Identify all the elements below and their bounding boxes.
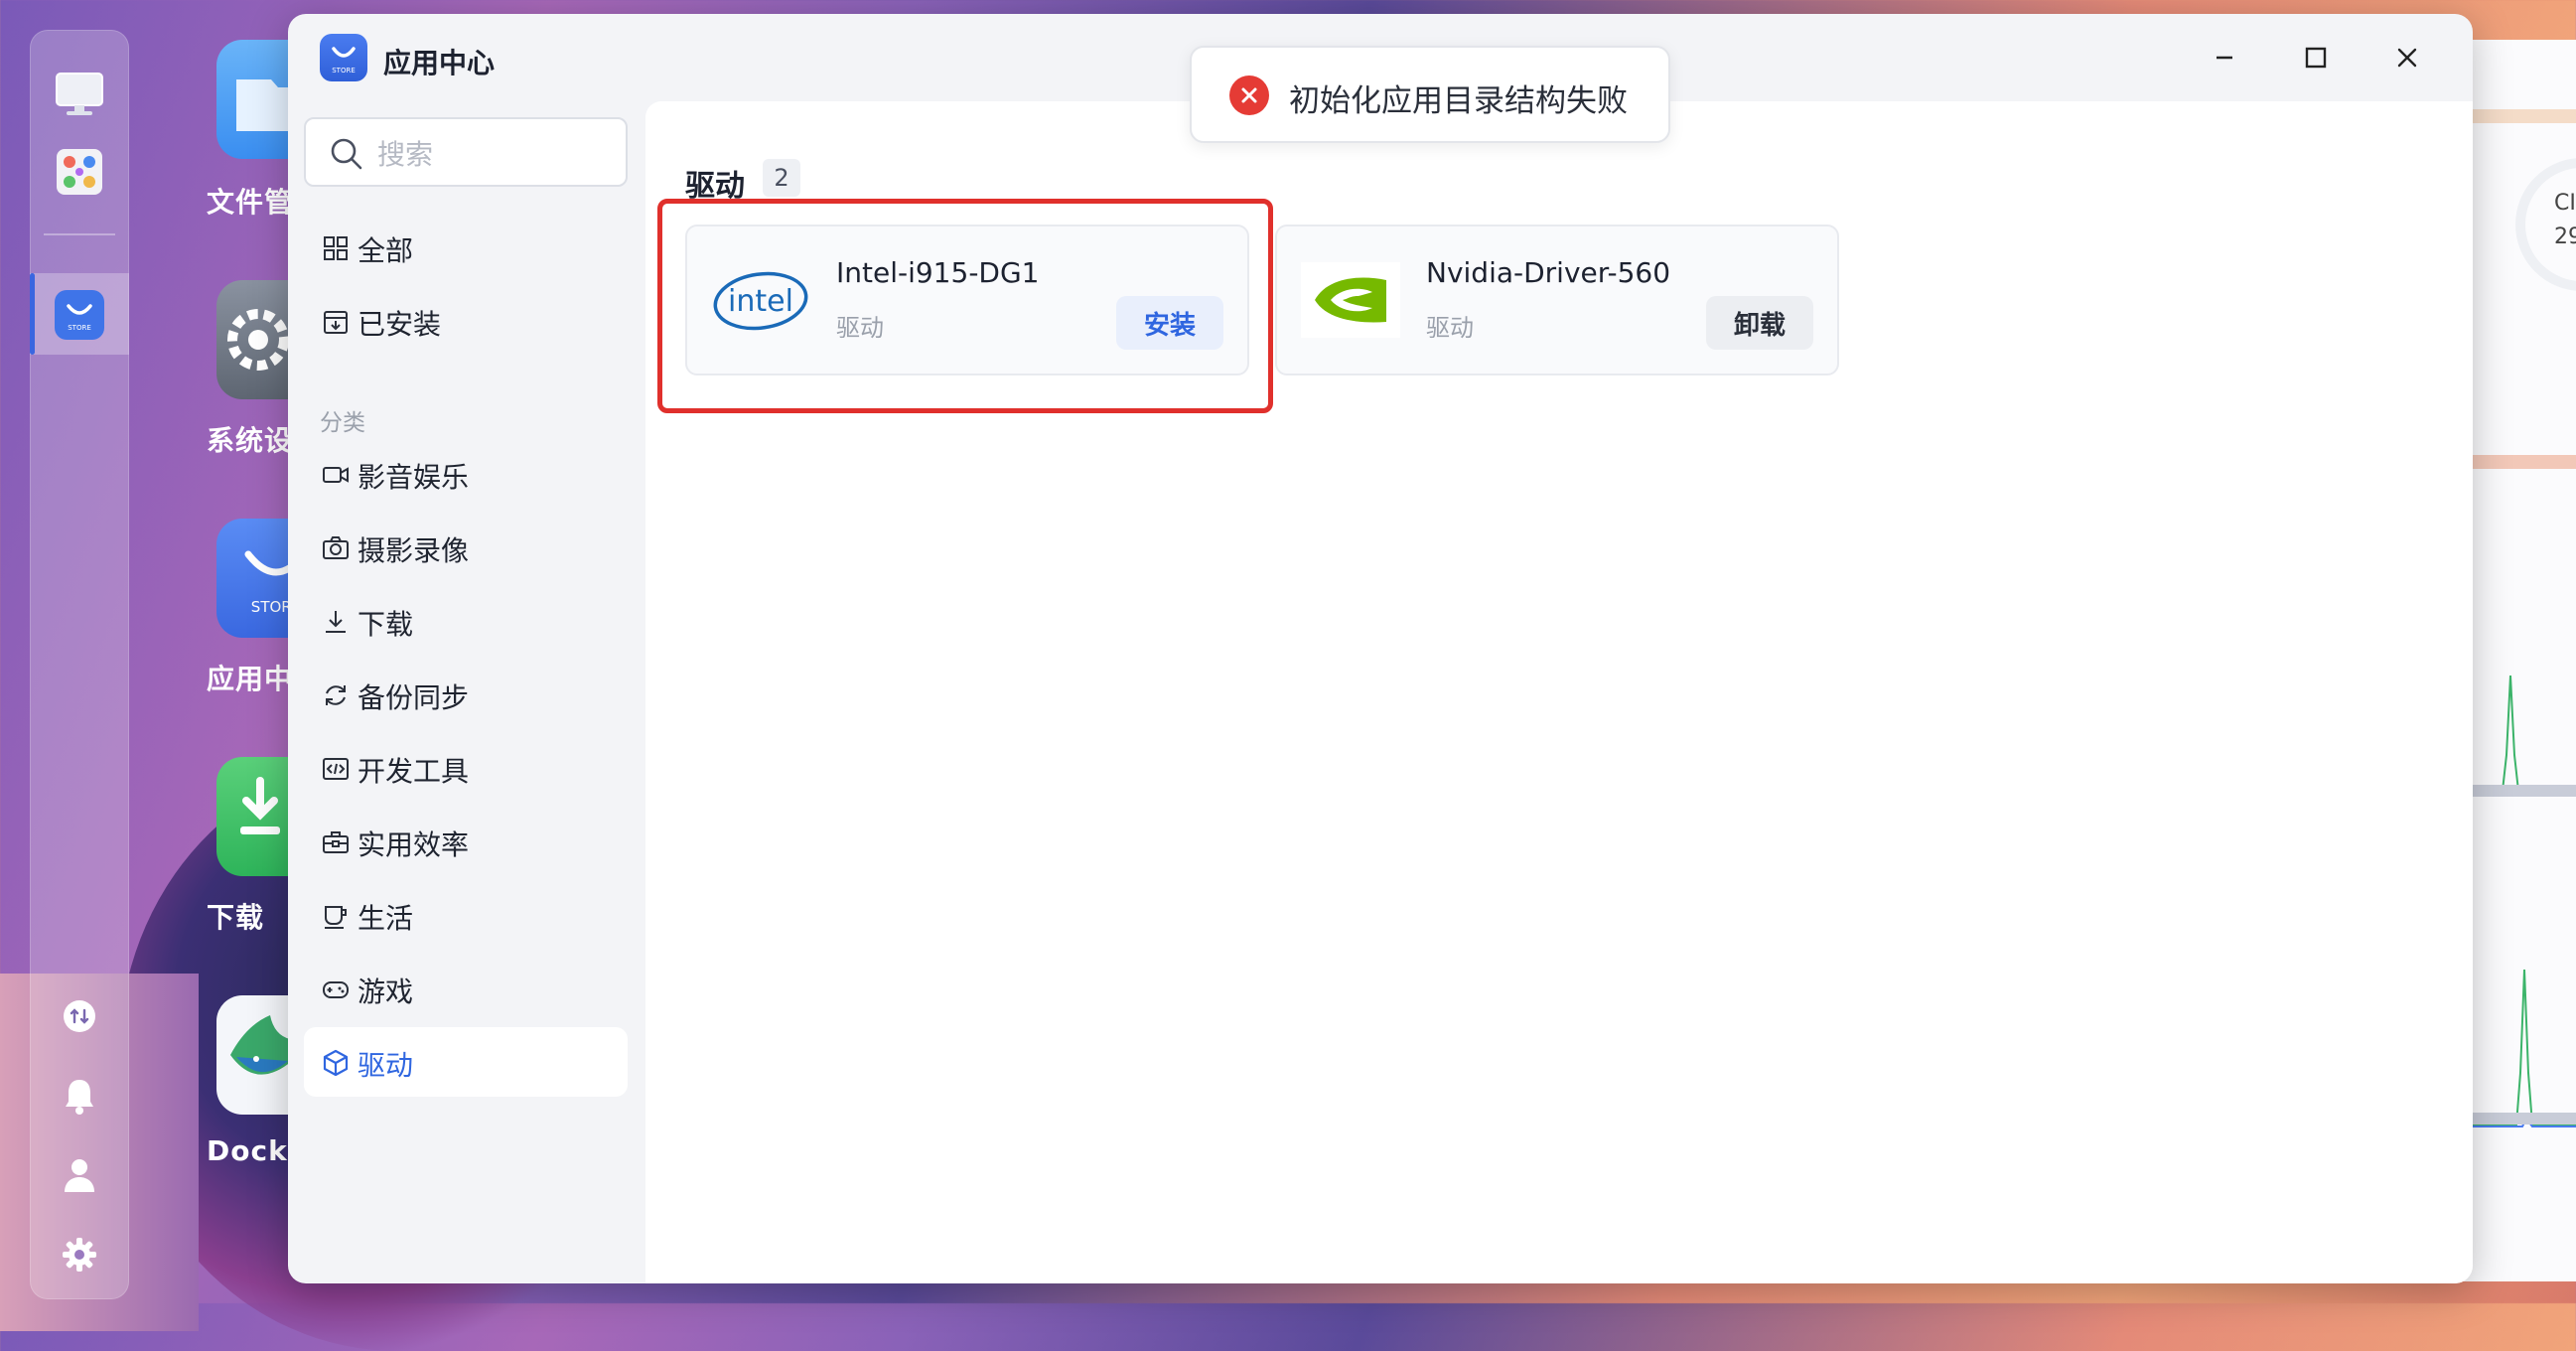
- category-section-label: 分类: [320, 410, 365, 436]
- peek-band: [2463, 785, 2576, 797]
- background-window: CI 29: [2463, 40, 2576, 1281]
- nav-item-label: 下载: [358, 608, 414, 641]
- app-center-dock-icon[interactable]: STORE: [55, 290, 104, 340]
- sync-icon: [326, 685, 346, 705]
- desktop-label-files: 文件管: [207, 186, 294, 219]
- nav-item-installed[interactable]: 已安装: [304, 286, 628, 356]
- app-name: Intel-i915-DG1: [836, 256, 1040, 289]
- app-card-nvidia[interactable]: Nvidia-Driver-560 驱动 卸载: [1275, 225, 1839, 375]
- minimize-button[interactable]: [2205, 38, 2244, 77]
- desktop-label-settings: 系统设: [207, 424, 294, 457]
- svg-text:STORE: STORE: [332, 67, 356, 75]
- install-button[interactable]: 安装: [1116, 296, 1223, 350]
- installed-box-icon: [324, 311, 348, 334]
- dock: STORE: [30, 30, 129, 1299]
- uninstall-button[interactable]: 卸载: [1706, 296, 1813, 350]
- coffee-cup-icon: [325, 906, 347, 929]
- toolbox-icon: [323, 831, 349, 853]
- nav-item-media[interactable]: 影音娱乐: [304, 439, 628, 509]
- app-launcher-icon[interactable]: [55, 147, 104, 197]
- desktop-icon[interactable]: [55, 70, 104, 119]
- count-badge: 2: [763, 159, 800, 197]
- nav-item-devtools[interactable]: 开发工具: [304, 733, 628, 803]
- nav-item-download[interactable]: 下载: [304, 586, 628, 656]
- window-title: 应用中心: [383, 47, 496, 79]
- peek-band: [2463, 455, 2576, 469]
- cube-icon: [323, 1049, 349, 1077]
- bell-icon[interactable]: [55, 1071, 104, 1121]
- nav-item-drivers[interactable]: 驱动: [304, 1027, 628, 1097]
- category-title: 驱动: [685, 169, 745, 204]
- svg-text:intel: intel: [728, 284, 793, 319]
- app-category: 驱动: [1426, 314, 1474, 342]
- desktop-label-download: 下载: [207, 901, 265, 934]
- grid-icon: [324, 236, 348, 260]
- video-camera-icon: [323, 467, 349, 483]
- nav-item-label: 影音娱乐: [358, 461, 470, 494]
- app-center-window: STORE 应用中心 全部 已安装 分类 影音娱乐 摄影录像 下载: [288, 14, 2473, 1283]
- app-name: Nvidia-Driver-560: [1426, 256, 1671, 289]
- nvidia-logo: [1301, 262, 1400, 338]
- nav-item-label: 全部: [358, 234, 414, 267]
- nav-item-label: 已安装: [358, 308, 442, 341]
- nav-item-games[interactable]: 游戏: [304, 954, 628, 1023]
- nav-item-life[interactable]: 生活: [304, 880, 628, 950]
- nav-item-backup[interactable]: 备份同步: [304, 660, 628, 729]
- dock-active-bar: [30, 273, 35, 355]
- peek-band: [2463, 1113, 2576, 1125]
- nav-item-label: 游戏: [358, 976, 414, 1008]
- error-icon: [1229, 75, 1269, 115]
- app-card-intel[interactable]: intel Intel-i915-DG1 驱动 安装: [685, 225, 1249, 375]
- transfer-icon[interactable]: [55, 991, 104, 1041]
- nav-item-photography[interactable]: 摄影录像: [304, 513, 628, 582]
- maximize-button[interactable]: [2296, 38, 2336, 77]
- error-toast: 初始化应用目录结构失败: [1190, 46, 1670, 143]
- user-icon[interactable]: [55, 1150, 104, 1200]
- search-icon: [331, 138, 362, 170]
- gamepad-icon: [323, 981, 349, 998]
- toast-message: 初始化应用目录结构失败: [1289, 83, 1628, 119]
- peek-band: [2463, 109, 2576, 123]
- nav-item-label: 实用效率: [358, 828, 470, 861]
- camera-icon: [323, 536, 349, 559]
- intel-logo: intel: [711, 262, 810, 338]
- content-area: 驱动 2 intel Intel-i915-DG1 驱动 安装 Nvidia-D…: [645, 101, 2473, 1283]
- search-box[interactable]: [304, 117, 628, 187]
- nav-item-label: 驱动: [358, 1049, 414, 1082]
- close-button[interactable]: [2387, 38, 2427, 77]
- nav-item-all[interactable]: 全部: [304, 213, 628, 282]
- peek-cpu-label: CI: [2554, 191, 2576, 216]
- code-icon: [323, 758, 349, 780]
- desktop-label-app-center: 应用中: [207, 663, 294, 695]
- nav-item-label: 摄影录像: [358, 534, 470, 567]
- app-category: 驱动: [836, 314, 884, 342]
- nav-item-label: 备份同步: [358, 681, 470, 714]
- gear-icon[interactable]: [55, 1230, 104, 1279]
- svg-text:STORE: STORE: [68, 324, 91, 332]
- nav-item-label: 生活: [358, 902, 414, 935]
- peek-cpu-value: 29: [2554, 225, 2576, 249]
- search-input[interactable]: [375, 131, 618, 177]
- dock-separator: [44, 233, 115, 235]
- nav-item-label: 开发工具: [358, 755, 470, 788]
- download-icon: [326, 611, 346, 633]
- app-center-logo-icon: STORE: [320, 34, 367, 81]
- nav-item-utilities[interactable]: 实用效率: [304, 807, 628, 876]
